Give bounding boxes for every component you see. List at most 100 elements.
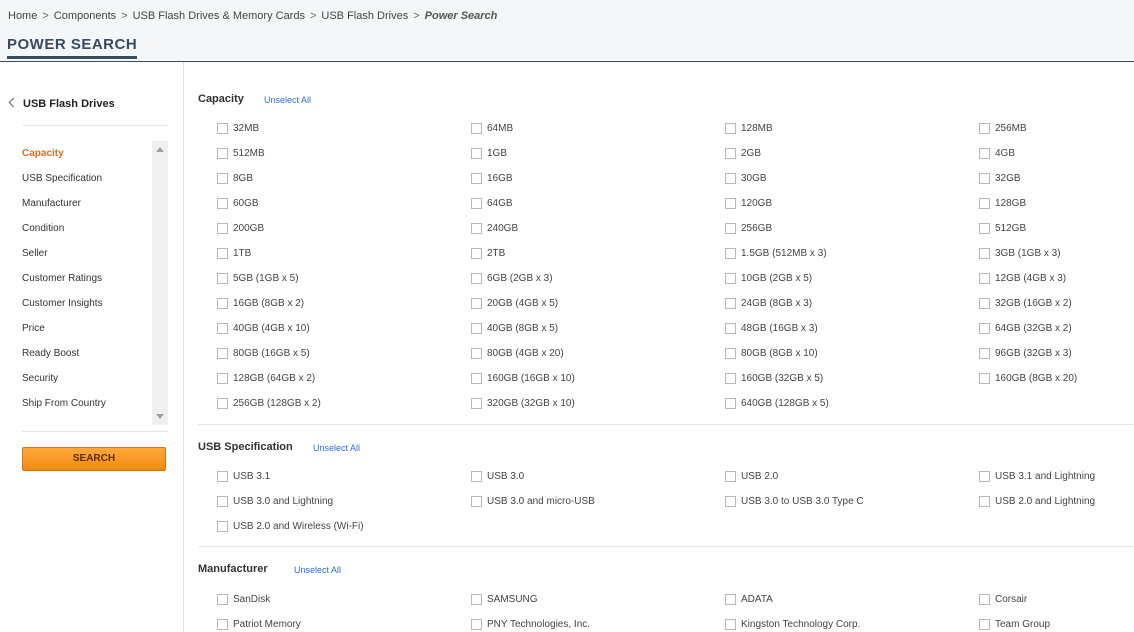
sidebar-item-customer-ratings[interactable]: Customer Ratings: [22, 266, 152, 291]
checkbox-icon[interactable]: [979, 298, 990, 309]
filter-option-usb-specification[interactable]: USB 3.0: [471, 464, 524, 489]
checkbox-icon[interactable]: [471, 496, 482, 507]
sidebar-item-capacity[interactable]: Capacity: [22, 141, 152, 166]
filter-option-capacity[interactable]: 8GB: [217, 166, 253, 191]
filter-option-capacity[interactable]: 96GB (32GB x 3): [979, 341, 1072, 366]
checkbox-icon[interactable]: [979, 471, 990, 482]
breadcrumb-usb-flash-memory[interactable]: USB Flash Drives & Memory Cards: [133, 10, 305, 22]
filter-option-capacity[interactable]: 256GB: [725, 216, 772, 241]
checkbox-icon[interactable]: [217, 471, 228, 482]
sidebar-item-ship-from-country[interactable]: Ship From Country: [22, 391, 152, 416]
filter-option-manufacturer[interactable]: SanDisk: [217, 587, 270, 612]
unselect-all-link-usb-specification[interactable]: Unselect All: [313, 443, 360, 453]
filter-option-usb-specification[interactable]: USB 3.0 to USB 3.0 Type C: [725, 489, 864, 514]
filter-option-capacity[interactable]: 256MB: [979, 116, 1027, 141]
filter-option-capacity[interactable]: 64GB (32GB x 2): [979, 316, 1072, 341]
checkbox-icon[interactable]: [471, 198, 482, 209]
breadcrumb-usb-flash-drives[interactable]: USB Flash Drives: [321, 10, 408, 22]
filter-option-capacity[interactable]: 2TB: [471, 241, 505, 266]
checkbox-icon[interactable]: [725, 148, 736, 159]
filter-option-capacity[interactable]: 160GB (8GB x 20): [979, 366, 1077, 391]
breadcrumb-components[interactable]: Components: [54, 10, 116, 22]
checkbox-icon[interactable]: [725, 594, 736, 605]
filter-option-capacity[interactable]: 320GB (32GB x 10): [471, 391, 575, 416]
filter-option-manufacturer[interactable]: Patriot Memory: [217, 612, 301, 632]
filter-option-capacity[interactable]: 64MB: [471, 116, 513, 141]
filter-option-capacity[interactable]: 6GB (2GB x 3): [471, 266, 553, 291]
checkbox-icon[interactable]: [725, 471, 736, 482]
filter-option-capacity[interactable]: 128MB: [725, 116, 773, 141]
filter-option-capacity[interactable]: 32GB (16GB x 2): [979, 291, 1072, 316]
filter-option-capacity[interactable]: 120GB: [725, 191, 772, 216]
sidebar-item-security[interactable]: Security: [22, 366, 152, 391]
checkbox-icon[interactable]: [471, 619, 482, 630]
checkbox-icon[interactable]: [471, 248, 482, 259]
checkbox-icon[interactable]: [725, 223, 736, 234]
filter-option-usb-specification[interactable]: USB 3.0 and micro-USB: [471, 489, 595, 514]
filter-option-capacity[interactable]: 5GB (1GB x 5): [217, 266, 299, 291]
sidebar-item-seller[interactable]: Seller: [22, 241, 152, 266]
checkbox-icon[interactable]: [979, 373, 990, 384]
checkbox-icon[interactable]: [979, 173, 990, 184]
filter-option-capacity[interactable]: 1TB: [217, 241, 251, 266]
filter-option-manufacturer[interactable]: Team Group: [979, 612, 1050, 632]
checkbox-icon[interactable]: [979, 323, 990, 334]
checkbox-icon[interactable]: [471, 148, 482, 159]
checkbox-icon[interactable]: [979, 148, 990, 159]
sidebar-item-usb-specification[interactable]: USB Specification: [22, 166, 152, 191]
filter-option-capacity[interactable]: 4GB: [979, 141, 1015, 166]
checkbox-icon[interactable]: [725, 373, 736, 384]
checkbox-icon[interactable]: [979, 248, 990, 259]
checkbox-icon[interactable]: [725, 323, 736, 334]
checkbox-icon[interactable]: [217, 248, 228, 259]
filter-option-capacity[interactable]: 160GB (16GB x 10): [471, 366, 575, 391]
filter-option-capacity[interactable]: 80GB (16GB x 5): [217, 341, 310, 366]
checkbox-icon[interactable]: [217, 223, 228, 234]
checkbox-icon[interactable]: [471, 471, 482, 482]
checkbox-icon[interactable]: [471, 323, 482, 334]
checkbox-icon[interactable]: [471, 398, 482, 409]
checkbox-icon[interactable]: [979, 348, 990, 359]
checkbox-icon[interactable]: [725, 298, 736, 309]
arrow-down-icon[interactable]: [156, 414, 164, 419]
filter-option-capacity[interactable]: 1GB: [471, 141, 507, 166]
sidebar-item-customer-insights[interactable]: Customer Insights: [22, 291, 152, 316]
checkbox-icon[interactable]: [979, 198, 990, 209]
filter-option-capacity[interactable]: 40GB (4GB x 10): [217, 316, 310, 341]
checkbox-icon[interactable]: [471, 273, 482, 284]
checkbox-icon[interactable]: [217, 323, 228, 334]
filter-option-capacity[interactable]: 128GB (64GB x 2): [217, 366, 315, 391]
checkbox-icon[interactable]: [725, 248, 736, 259]
checkbox-icon[interactable]: [217, 148, 228, 159]
filter-option-capacity[interactable]: 128GB: [979, 191, 1026, 216]
filter-option-capacity[interactable]: 512MB: [217, 141, 265, 166]
checkbox-icon[interactable]: [979, 619, 990, 630]
filter-option-usb-specification[interactable]: USB 2.0 and Wireless (Wi-Fi): [217, 514, 364, 539]
filter-option-capacity[interactable]: 80GB (8GB x 10): [725, 341, 818, 366]
checkbox-icon[interactable]: [217, 373, 228, 384]
filter-option-usb-specification[interactable]: USB 3.1 and Lightning: [979, 464, 1095, 489]
checkbox-icon[interactable]: [979, 223, 990, 234]
checkbox-icon[interactable]: [471, 298, 482, 309]
filter-option-capacity[interactable]: 24GB (8GB x 3): [725, 291, 812, 316]
filter-option-capacity[interactable]: 40GB (8GB x 5): [471, 316, 558, 341]
checkbox-icon[interactable]: [471, 373, 482, 384]
filter-option-capacity[interactable]: 1.5GB (512MB x 3): [725, 241, 827, 266]
filter-option-capacity[interactable]: 240GB: [471, 216, 518, 241]
filter-option-capacity[interactable]: 16GB (8GB x 2): [217, 291, 304, 316]
filter-option-capacity[interactable]: 512GB: [979, 216, 1026, 241]
checkbox-icon[interactable]: [217, 123, 228, 134]
checkbox-icon[interactable]: [217, 398, 228, 409]
checkbox-icon[interactable]: [979, 273, 990, 284]
sidebar-item-condition[interactable]: Condition: [22, 216, 152, 241]
filter-option-usb-specification[interactable]: USB 3.0 and Lightning: [217, 489, 333, 514]
checkbox-icon[interactable]: [725, 348, 736, 359]
filter-option-capacity[interactable]: 80GB (4GB x 20): [471, 341, 564, 366]
checkbox-icon[interactable]: [725, 173, 736, 184]
checkbox-icon[interactable]: [471, 594, 482, 605]
checkbox-icon[interactable]: [979, 594, 990, 605]
filter-option-manufacturer[interactable]: PNY Technologies, Inc.: [471, 612, 590, 632]
filter-option-capacity[interactable]: 2GB: [725, 141, 761, 166]
filter-option-capacity[interactable]: 20GB (4GB x 5): [471, 291, 558, 316]
checkbox-icon[interactable]: [217, 173, 228, 184]
